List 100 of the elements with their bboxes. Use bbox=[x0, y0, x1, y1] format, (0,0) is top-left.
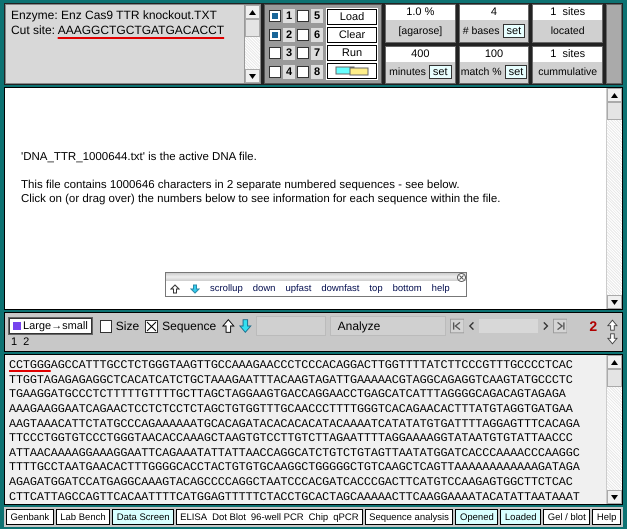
down-arrow-icon[interactable] bbox=[238, 318, 252, 334]
nav-button[interactable]: Sequence analysis bbox=[364, 509, 454, 525]
scroll-thumb[interactable] bbox=[607, 369, 622, 388]
stat-label: match % bbox=[460, 66, 502, 78]
sequence-line: CTTCATTAGCCAGTTCACAATTTTCATGGAGTTTTTCTACCTGCACTAGCAAAAACTTCAAGGAAAATACATATTAATAAAT bbox=[9, 490, 581, 504]
toolbar-link[interactable]: downfast bbox=[321, 283, 360, 294]
enzyme-label: Enzyme: Enz Cas9 TTR knockout.TXT bbox=[11, 8, 218, 23]
nav-link[interactable]: Chip bbox=[308, 512, 328, 523]
stat-value: 4 bbox=[460, 5, 528, 20]
set-button[interactable]: set bbox=[428, 65, 452, 80]
lane-checkbox[interactable] bbox=[269, 10, 281, 22]
up-arrow-icon[interactable] bbox=[222, 318, 235, 334]
scroll-up-icon[interactable] bbox=[611, 360, 618, 365]
up-down-arrows-icon[interactable] bbox=[607, 317, 618, 348]
nav-link[interactable]: ELISA bbox=[180, 512, 208, 523]
set-button[interactable]: set bbox=[502, 24, 526, 38]
gel-button[interactable]: Load bbox=[327, 9, 377, 25]
lane-number: 5 bbox=[311, 9, 323, 23]
info-text: This file contains 1000646 characters in 2 separate numbered sequences - see below. Click on (or drag over) the numbers below to see information for each sequence within the file. bbox=[21, 178, 502, 206]
nav-button[interactable]: Data Screen bbox=[112, 509, 174, 525]
lane-checkbox[interactable] bbox=[269, 28, 281, 41]
scrollbar[interactable] bbox=[606, 355, 622, 504]
analyze-label: Analyze bbox=[330, 316, 446, 336]
size-label: Size bbox=[116, 319, 140, 334]
cut-site-sequence: AAAGGCTGCTGATGACACCT bbox=[58, 23, 224, 37]
lane-checkbox[interactable] bbox=[297, 28, 309, 41]
toolbar-link[interactable]: bottom bbox=[392, 283, 422, 294]
stat-label: cummulative bbox=[538, 66, 598, 78]
first-page-icon[interactable] bbox=[450, 318, 464, 334]
down-arrow-icon[interactable] bbox=[190, 284, 200, 294]
lane-checkbox[interactable] bbox=[297, 47, 309, 60]
lane-number: 7 bbox=[311, 46, 323, 60]
nav-button[interactable]: Help bbox=[592, 509, 621, 525]
scroll-thumb[interactable] bbox=[607, 102, 622, 120]
sequence-line: TGAAGGATGCCCTCTTTTTGTTTTGCTTAGCTAGGAAGTGACCAGGAACCTGAGCATCATTTAGGGGCAGACAGTAGAGA bbox=[9, 387, 567, 402]
nav-button[interactable]: Genbank bbox=[6, 509, 54, 525]
toolbar-link[interactable]: top bbox=[369, 283, 383, 294]
lane-number: 2 bbox=[283, 28, 295, 42]
info-text: 'DNA_TTR_1000644.txt' is the active DNA file. bbox=[21, 150, 258, 164]
close-icon[interactable] bbox=[457, 272, 466, 282]
color-button[interactable] bbox=[327, 63, 377, 79]
gel-icon bbox=[335, 66, 369, 76]
gel-button[interactable]: Run bbox=[327, 45, 377, 61]
next-icon[interactable] bbox=[542, 320, 549, 332]
stat-value: 1.0 % bbox=[386, 5, 455, 20]
nav-link[interactable]: 96-well PCR bbox=[250, 512, 304, 523]
marked-sequence: CCTGGG bbox=[9, 358, 51, 372]
stat-value: 1 sites bbox=[533, 5, 602, 20]
sequence-line: AAAGAAGGAATCAGAACTCCTCTCCTCTAGCTGTGGTTTGCAACCCTTTTGGGTCACAGAACACTTTATGTAGGTGATGAA bbox=[9, 402, 574, 417]
sequence-line: TTTTGCCTAATGAACACTTTGGGGCACCTACTGTGTGCAAGGCTGGGGGCTGTCAAGCTCAGTTAAAAAAAAAAAAGATAGA bbox=[9, 460, 581, 476]
lane-checkbox[interactable] bbox=[269, 66, 281, 78]
stat-label: located bbox=[550, 24, 585, 37]
up-arrow-icon[interactable] bbox=[170, 284, 180, 294]
sequence-number[interactable]: 1 bbox=[11, 336, 18, 348]
size-checkbox[interactable] bbox=[100, 320, 112, 333]
sequence-line: AGAGATGGATCCATGAGGCAAAGTACAGCCCCAGGCTAATCCCACGATCACCCGACTTCATGTCCAAGAGTGGCTTCTCAC bbox=[9, 475, 574, 490]
lane-number: 3 bbox=[283, 46, 295, 60]
set-button[interactable]: set bbox=[504, 65, 528, 80]
scroll-up-icon[interactable] bbox=[249, 10, 256, 14]
sequence-line: TTCCCTGGTGTCCCTGGGTAACACCAAAGCTAAGTGTCCTTGTCTTAGAATTTTAGGAAAAGGTATAATGTGTATTAACCC bbox=[9, 431, 574, 446]
scroll-down-icon[interactable] bbox=[611, 494, 618, 500]
stat-label: # bases bbox=[462, 24, 500, 37]
toolbar-link[interactable]: upfast bbox=[285, 283, 312, 294]
scroll-down-icon[interactable] bbox=[249, 74, 256, 78]
toolbar-link[interactable]: down bbox=[252, 283, 276, 294]
lane-number: 6 bbox=[311, 28, 323, 42]
stat-label: [agarose] bbox=[398, 24, 442, 37]
lane-checkbox[interactable] bbox=[297, 66, 309, 78]
scrollbar[interactable] bbox=[606, 88, 622, 310]
nav-link[interactable]: qPCR bbox=[333, 512, 359, 523]
lane-number: 4 bbox=[283, 64, 295, 79]
scrollbar[interactable] bbox=[244, 5, 260, 83]
scroll-down-icon[interactable] bbox=[611, 300, 618, 305]
scroll-up-icon[interactable] bbox=[611, 92, 618, 98]
gel-button[interactable]: Clear bbox=[327, 27, 377, 43]
stat-value: 1 sites bbox=[533, 46, 602, 62]
nav-button[interactable]: Opened bbox=[455, 509, 498, 525]
sequence-line: ATTAACAAAAGGAAAGGAATTCAGAAATATTATTAACCAGGCATCTGTCTGTAGTTAATATGGATCACCCAAAACCCAAGGC bbox=[9, 446, 581, 460]
toolbar-link[interactable]: scrollup bbox=[210, 283, 243, 294]
sequence-line: AAGTAAACATTCTATGCCCAGAAAAAATGCACAGATACACACACATACAAAATCATATATGTGATTTTAGGAGTTTCACAGA bbox=[9, 416, 581, 432]
last-page-icon[interactable] bbox=[552, 318, 568, 334]
lane-number: 1 bbox=[283, 9, 295, 23]
lane-checkbox[interactable] bbox=[269, 47, 281, 60]
nav-link[interactable]: Dot Blot bbox=[212, 512, 246, 523]
stat-label: minutes bbox=[389, 66, 426, 78]
sort-button[interactable]: Large→small bbox=[9, 318, 92, 334]
sequence-number[interactable]: 2 bbox=[23, 336, 30, 348]
lane-checkbox[interactable] bbox=[297, 10, 309, 22]
previous-icon[interactable] bbox=[468, 320, 476, 332]
sequence-line: TTGGTAGAGAGAGGCTCACATCATCTGCTAAAGAATTTACAAGTAGATTGAAAAACGTAGGCAGAGGTCAAGTATGCCCTC bbox=[9, 372, 574, 388]
nav-button[interactable]: Gel / blot bbox=[543, 509, 590, 525]
lane-number: 8 bbox=[311, 64, 323, 79]
nav-button[interactable]: Lab Bench bbox=[56, 509, 110, 525]
sequence-checkbox[interactable] bbox=[145, 320, 158, 333]
nav-button[interactable]: Loaded bbox=[500, 509, 542, 525]
sequence-label: Sequence bbox=[162, 319, 216, 334]
stat-value: 400 bbox=[386, 46, 455, 62]
scroll-thumb[interactable] bbox=[245, 19, 260, 37]
toolbar-link[interactable]: help bbox=[432, 283, 450, 294]
stat-value: 100 bbox=[460, 46, 528, 62]
